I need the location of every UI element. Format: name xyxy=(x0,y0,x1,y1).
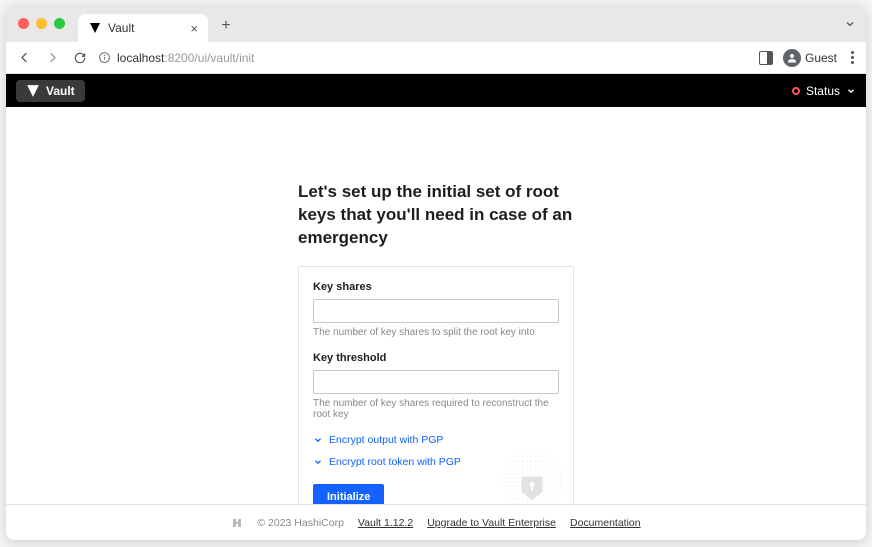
key-threshold-input[interactable] xyxy=(313,370,559,394)
profile-label: Guest xyxy=(805,51,837,65)
browser-toolbar: localhost:8200/ui/vault/init Guest xyxy=(6,42,866,74)
url-text: localhost:8200/ui/vault/init xyxy=(117,51,254,65)
status-indicator-icon xyxy=(792,87,800,95)
tabs-row: Vault × + xyxy=(78,6,238,42)
vault-logo-icon xyxy=(26,84,40,98)
maximize-window-button[interactable] xyxy=(54,18,65,29)
encrypt-token-expander[interactable]: Encrypt root token with PGP xyxy=(313,456,559,468)
back-button[interactable] xyxy=(14,48,34,68)
site-info-icon[interactable] xyxy=(98,51,111,64)
tab-title: Vault xyxy=(108,21,184,35)
close-window-button[interactable] xyxy=(18,18,29,29)
close-tab-icon[interactable]: × xyxy=(190,21,198,36)
encrypt-output-expander[interactable]: Encrypt output with PGP xyxy=(313,434,559,446)
init-form-wrap: Let's set up the initial set of root key… xyxy=(298,181,574,504)
key-threshold-label: Key threshold xyxy=(313,352,559,364)
window-controls xyxy=(18,18,65,29)
chevron-down-icon xyxy=(313,457,323,467)
status-label: Status xyxy=(806,84,840,98)
documentation-link[interactable]: Documentation xyxy=(570,517,641,529)
brand-button[interactable]: Vault xyxy=(16,80,85,102)
key-threshold-help: The number of key shares required to rec… xyxy=(313,398,559,420)
hashicorp-logo-icon xyxy=(231,517,243,529)
tabs-dropdown-icon[interactable] xyxy=(844,18,856,30)
app-footer: © 2023 HashiCorp Vault 1.12.2 Upgrade to… xyxy=(6,504,866,540)
app-header: Vault Status xyxy=(6,74,866,107)
minimize-window-button[interactable] xyxy=(36,18,47,29)
browser-menu-button[interactable] xyxy=(847,51,858,64)
address-bar[interactable]: localhost:8200/ui/vault/init xyxy=(98,51,751,65)
initialize-button[interactable]: Initialize xyxy=(313,484,384,504)
chevron-down-icon xyxy=(846,86,856,96)
key-shares-help: The number of key shares to split the ro… xyxy=(313,327,559,338)
forward-button[interactable] xyxy=(42,48,62,68)
reload-button[interactable] xyxy=(70,48,90,68)
version-link[interactable]: Vault 1.12.2 xyxy=(358,517,413,529)
upgrade-link[interactable]: Upgrade to Vault Enterprise xyxy=(427,517,556,529)
vault-favicon-icon xyxy=(88,21,102,35)
browser-window: Vault × + localhost:8200/ui/vault/init xyxy=(6,6,866,540)
page-title: Let's set up the initial set of root key… xyxy=(298,181,574,250)
avatar-icon xyxy=(783,49,801,67)
key-shares-input[interactable] xyxy=(313,299,559,323)
copyright-text: © 2023 HashiCorp xyxy=(257,517,344,529)
browser-tab[interactable]: Vault × xyxy=(78,14,208,42)
status-dropdown[interactable]: Status xyxy=(792,84,856,98)
brand-label: Vault xyxy=(46,84,75,98)
profile-button[interactable]: Guest xyxy=(783,49,837,67)
chevron-down-icon xyxy=(313,435,323,445)
encrypt-token-label: Encrypt root token with PGP xyxy=(329,456,461,468)
new-tab-button[interactable]: + xyxy=(214,14,238,38)
key-shares-label: Key shares xyxy=(313,281,559,293)
encrypt-output-label: Encrypt output with PGP xyxy=(329,434,443,446)
init-card: Key shares The number of key shares to s… xyxy=(298,266,574,504)
browser-tabstrip: Vault × + xyxy=(6,6,866,42)
side-panel-icon[interactable] xyxy=(759,51,773,65)
main-content: Let's set up the initial set of root key… xyxy=(6,107,866,504)
toolbar-right: Guest xyxy=(759,49,858,67)
